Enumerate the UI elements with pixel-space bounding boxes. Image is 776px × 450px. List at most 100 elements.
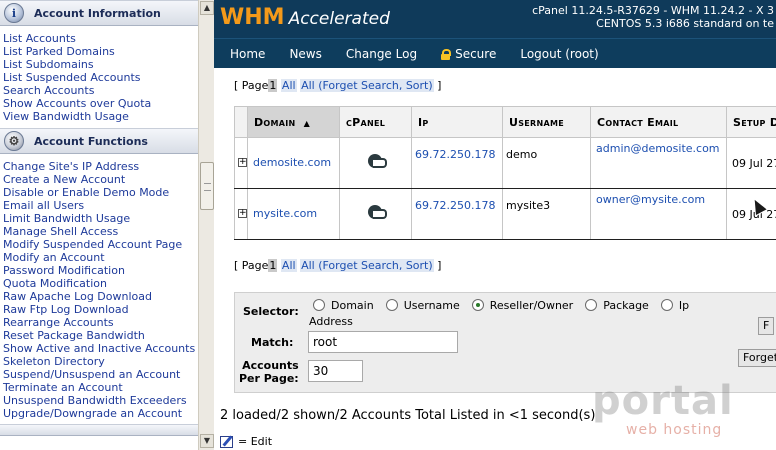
domain-column-header[interactable]: Domain ▲ [247, 106, 340, 138]
ip-column-header[interactable]: Ip [411, 106, 503, 138]
sidebar-item-list-parked-domains[interactable]: List Parked Domains [3, 45, 198, 58]
sidebar-item-disable-or-enable-demo-mode[interactable]: Disable or Enable Demo Mode [3, 186, 198, 199]
scroll-up-icon[interactable]: ▲ [200, 1, 214, 15]
sidebar-item-limit-bandwidth-usage[interactable]: Limit Bandwidth Usage [3, 212, 198, 225]
sidebar-item-show-active-and-inactive-accounts[interactable]: Show Active and Inactive Accounts [3, 342, 198, 355]
radio-label-domain: Domain [331, 299, 374, 312]
pager-current-page[interactable]: 1 [268, 259, 278, 272]
per-page-label-line-1: Accounts [242, 359, 299, 372]
username-text: mysite3 [506, 199, 551, 212]
expand-plus-icon[interactable]: + [238, 209, 247, 218]
table-row: + mysite.com 69.72.250.178 mysite3 owner… [234, 188, 776, 240]
sort-ascending-icon: ▲ [303, 118, 311, 128]
sidebar-item-modify-an-account[interactable]: Modify an Account [3, 251, 198, 264]
nav-scrollbar[interactable]: ▲ ▼ [198, 0, 214, 450]
expand-plus-icon[interactable]: + [238, 158, 247, 167]
account-information-title: Account Information [34, 6, 161, 20]
selector-radio-group: Domain Username Reseller/Owner Package Ip [313, 299, 701, 313]
pager-open: [ Page [234, 79, 269, 92]
email-link[interactable]: owner@mysite.com [596, 193, 705, 206]
lock-icon [441, 48, 452, 60]
email-link[interactable]: admin@demosite.com [596, 142, 720, 155]
forget-button[interactable]: Forget [738, 349, 776, 367]
scroll-down-icon[interactable]: ▼ [200, 434, 214, 448]
setup-date-column-header[interactable]: Setup D [726, 106, 776, 138]
ip-cell: 69.72.250.178 [411, 188, 503, 240]
account-information-section: i Account Information List Accounts List … [0, 0, 198, 125]
sidebar-item-change-site-s-ip-address[interactable]: Change Site's IP Address [3, 160, 198, 173]
edit-legend-label: = Edit [238, 435, 273, 448]
version-line-2: CENTOS 5.3 i686 standard on te [596, 17, 774, 30]
sidebar-item-search-accounts[interactable]: Search Accounts [3, 84, 198, 97]
find-button[interactable]: F [758, 317, 775, 335]
selector-option-wrap: Address [309, 315, 353, 328]
radio-ip-icon[interactable] [660, 299, 673, 311]
menu-home[interactable]: Home [230, 47, 265, 61]
cpanel-icon[interactable] [368, 203, 388, 221]
edit-legend: = Edit [220, 435, 272, 448]
sidebar-item-terminate-an-account[interactable]: Terminate an Account [3, 381, 198, 394]
cpanel-icon[interactable] [368, 152, 388, 170]
domain-cell: mysite.com [247, 188, 340, 240]
domain-link[interactable]: mysite.com [253, 207, 317, 220]
radio-username-icon[interactable] [385, 299, 398, 311]
sidebar-item-show-accounts-over-quota[interactable]: Show Accounts over Quota [3, 97, 198, 110]
domain-link[interactable]: demosite.com [253, 156, 331, 169]
sidebar-item-create-a-new-account[interactable]: Create a New Account [3, 173, 198, 186]
sidebar-item-rearrange-accounts[interactable]: Rearrange Accounts [3, 316, 198, 329]
radio-package-icon[interactable] [585, 299, 598, 311]
ip-link[interactable]: 69.72.250.178 [415, 148, 495, 161]
sidebar-item-raw-ftp-log-download[interactable]: Raw Ftp Log Download [3, 303, 198, 316]
cpanel-cell [339, 188, 412, 240]
pager-bottom: [ Page1 All All (Forget Search, Sort) ] [234, 259, 441, 272]
pager-all-link[interactable]: All [280, 259, 297, 272]
sidebar-item-reset-package-bandwidth[interactable]: Reset Package Bandwidth [3, 329, 198, 342]
radio-reseller-owner-icon[interactable] [471, 299, 484, 311]
next-section-header[interactable] [0, 424, 198, 436]
match-input[interactable] [308, 331, 458, 353]
sidebar-item-view-bandwidth-usage[interactable]: View Bandwidth Usage [3, 110, 198, 123]
left-navigation: i Account Information List Accounts List … [0, 0, 198, 450]
sidebar-item-suspend-unsuspend-an-account[interactable]: Suspend/Unsuspend an Account [3, 368, 198, 381]
ip-cell: 69.72.250.178 [411, 137, 503, 189]
menu-change-log[interactable]: Change Log [346, 47, 417, 61]
menu-news[interactable]: News [289, 47, 321, 61]
pager-open: [ Page [234, 259, 269, 272]
radio-label-package: Package [603, 299, 649, 312]
sidebar-item-list-subdomains[interactable]: List Subdomains [3, 58, 198, 71]
accounts-table: Domain ▲ cPanel Ip Username Contact Email… [234, 106, 776, 240]
menu-secure[interactable]: Secure [441, 47, 496, 61]
accounts-per-page-input[interactable] [308, 360, 363, 382]
pager-all-forget-link[interactable]: All (Forget Search, Sort) [300, 79, 434, 92]
sidebar-item-manage-shell-access[interactable]: Manage Shell Access [3, 225, 198, 238]
menu-logout[interactable]: Logout (root) [520, 47, 598, 61]
pager-all-link[interactable]: All [280, 79, 297, 92]
sidebar-item-list-accounts[interactable]: List Accounts [3, 32, 198, 45]
radio-label-ip: Ip [678, 299, 690, 312]
pager-all-forget-link[interactable]: All (Forget Search, Sort) [300, 259, 434, 272]
cpanel-column-header[interactable]: cPanel [339, 106, 412, 138]
domain-header-label: Domain [254, 115, 296, 129]
sidebar-item-unsuspend-bandwidth-exceeders[interactable]: Unsuspend Bandwidth Exceeders [3, 394, 198, 407]
sidebar-item-password-modification[interactable]: Password Modification [3, 264, 198, 277]
radio-domain-icon[interactable] [313, 299, 325, 311]
account-functions-list: Change Site's IP Address Create a New Acc… [0, 154, 198, 422]
sidebar-item-raw-apache-log-download[interactable]: Raw Apache Log Download [3, 290, 198, 303]
sidebar-item-upgrade-downgrade-an-account[interactable]: Upgrade/Downgrade an Account [3, 407, 198, 420]
pager-current-page[interactable]: 1 [268, 79, 278, 92]
results-summary: 2 loaded/2 shown/2 Accounts Total Listed… [220, 408, 596, 423]
username-column-header[interactable]: Username [502, 106, 591, 138]
sidebar-item-modify-suspended-account-page[interactable]: Modify Suspended Account Page [3, 238, 198, 251]
account-information-header[interactable]: i Account Information [0, 0, 198, 26]
expand-cell: + [234, 137, 248, 189]
per-page-label-line-2: Per Page: [239, 372, 299, 385]
sidebar-item-email-all-users[interactable]: Email all Users [3, 199, 198, 212]
sidebar-item-quota-modification[interactable]: Quota Modification [3, 277, 198, 290]
sidebar-item-list-suspended-accounts[interactable]: List Suspended Accounts [3, 71, 198, 84]
contact-email-column-header[interactable]: Contact Email [590, 106, 727, 138]
ip-link[interactable]: 69.72.250.178 [415, 199, 495, 212]
scrollbar-thumb[interactable] [200, 162, 214, 210]
account-functions-header[interactable]: ⚙ Account Functions [0, 128, 198, 154]
sidebar-item-skeleton-directory[interactable]: Skeleton Directory [3, 355, 198, 368]
main-content: WHM Accelerated cPanel 11.24.5-R37629 - … [214, 0, 776, 450]
